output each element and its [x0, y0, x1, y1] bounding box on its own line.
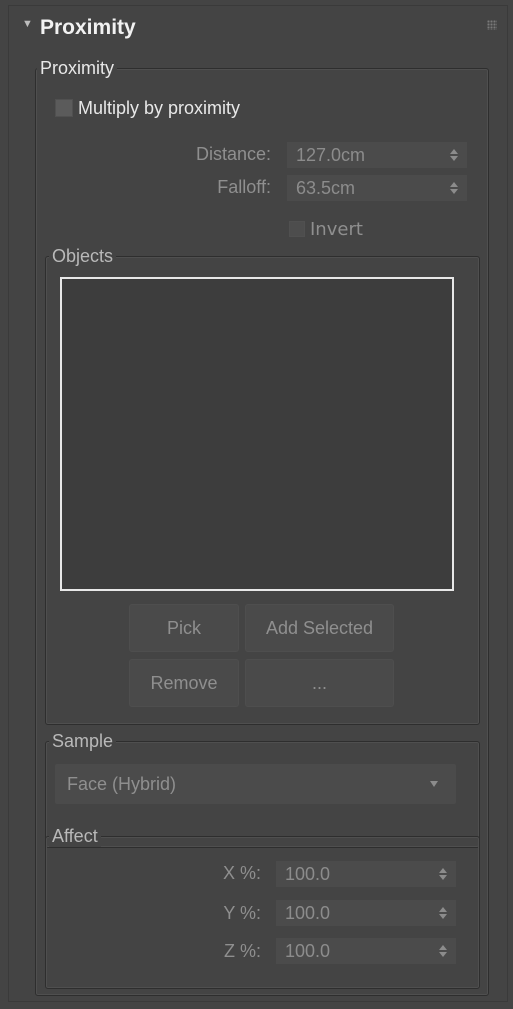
sample-group-label: Sample — [49, 731, 117, 752]
spinner-arrows-icon[interactable] — [439, 943, 447, 959]
remove-button[interactable]: Remove — [129, 659, 239, 707]
x-percent-spinner[interactable]: 100.0 — [276, 861, 456, 887]
affect-group-label: Affect — [49, 826, 101, 847]
collapse-arrow-icon[interactable]: ▼ — [22, 18, 33, 30]
proximity-rollout: ▼ Proximity Proximity Multiply by proxim… — [8, 5, 508, 1002]
y-percent-value[interactable]: 100.0 — [285, 903, 330, 923]
z-percent-value[interactable]: 100.0 — [285, 941, 330, 961]
chevron-down-icon[interactable] — [430, 781, 438, 787]
y-percent-label: Y %: — [223, 903, 261, 923]
objects-group-label: Objects — [49, 246, 117, 267]
sample-selected-value[interactable]: Face (Hybrid) — [67, 774, 176, 794]
spinner-arrows-icon[interactable] — [439, 866, 447, 882]
more-options-button[interactable]: ... — [245, 659, 394, 707]
x-percent-value[interactable]: 100.0 — [285, 864, 330, 884]
drag-grip-icon[interactable] — [487, 20, 497, 30]
multiply-by-proximity-label[interactable]: Multiply by proximity — [78, 98, 240, 119]
x-percent-label: X %: — [222, 863, 261, 883]
distance-value[interactable]: 127.0cm — [296, 145, 365, 165]
z-percent-label: Z %: — [223, 941, 261, 961]
rollout-header[interactable]: ▼ Proximity — [9, 6, 507, 52]
spinner-arrows-icon[interactable] — [450, 180, 458, 196]
falloff-value[interactable]: 63.5cm — [296, 178, 355, 198]
spinner-arrows-icon[interactable] — [450, 147, 458, 163]
falloff-label: Falloff: — [217, 177, 271, 197]
z-percent-spinner[interactable]: 100.0 — [276, 938, 456, 964]
add-selected-button[interactable]: Add Selected — [245, 604, 394, 652]
falloff-spinner[interactable]: 63.5cm — [287, 175, 467, 201]
distance-spinner[interactable]: 127.0cm — [287, 142, 467, 168]
sample-dropdown[interactable]: Face (Hybrid) — [55, 764, 456, 804]
distance-label: Distance: — [195, 144, 271, 164]
pick-button[interactable]: Pick — [129, 604, 239, 652]
proximity-group-label: Proximity — [37, 58, 118, 79]
objects-listbox[interactable] — [60, 277, 454, 591]
invert-checkbox[interactable] — [289, 221, 305, 237]
rollout-title: Proximity — [40, 16, 136, 39]
y-percent-spinner[interactable]: 100.0 — [276, 900, 456, 926]
invert-label[interactable]: Invert — [310, 219, 363, 240]
multiply-by-proximity-checkbox[interactable] — [55, 99, 73, 117]
spinner-arrows-icon[interactable] — [439, 905, 447, 921]
